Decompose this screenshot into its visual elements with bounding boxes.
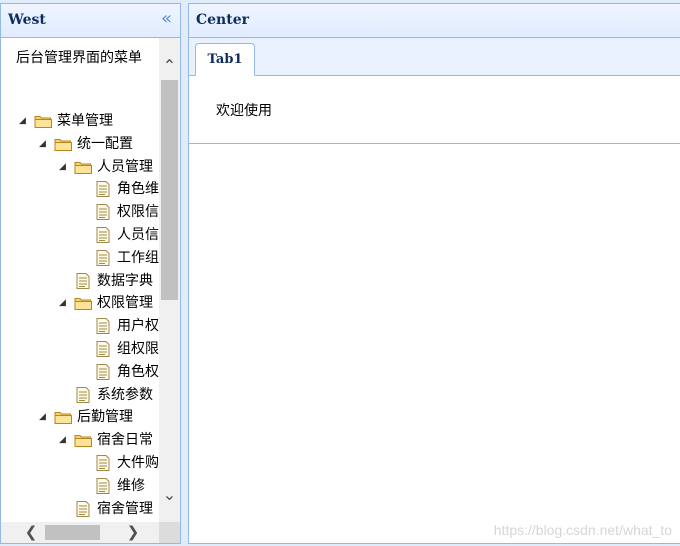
west-panel-title: West — [8, 12, 46, 28]
tree-node-label: 大件购 — [117, 455, 159, 471]
center-panel: Center Tab1 欢迎使用 — [188, 3, 680, 544]
file-icon — [94, 181, 112, 198]
tree-root-label[interactable]: 后台管理界面的菜单 — [16, 50, 151, 67]
tree-leaf-node[interactable]: 人员信 — [1, 225, 159, 247]
tree-node-label: 人员管理 — [97, 158, 153, 175]
file-icon — [74, 500, 92, 517]
tree-leaf-node[interactable]: 维修 — [1, 476, 159, 498]
tree-node-label: 统一配置 — [77, 135, 133, 152]
file-icon — [94, 204, 112, 221]
tree-node-label: 后勤管理 — [77, 409, 133, 426]
tree-node-label: 角色维 — [117, 181, 159, 198]
west-panel-header: West « — [1, 4, 180, 38]
folder-icon — [54, 409, 72, 425]
file-icon — [94, 341, 112, 357]
expand-toggle-icon[interactable]: ◢ — [39, 412, 46, 422]
horizontal-scrollbar[interactable]: ❮ ❯ — [1, 522, 159, 543]
file-icon — [94, 249, 112, 266]
tree-folder-node[interactable]: ◢ 菜单管理 — [1, 111, 159, 133]
tree-leaf-node[interactable]: 工作组 — [1, 248, 159, 270]
file-icon — [94, 477, 112, 494]
vertical-scroll-thumb[interactable] — [161, 80, 178, 300]
tree-leaf-node[interactable]: 组权限 — [1, 339, 159, 361]
double-chevron-left-icon[interactable]: « — [161, 10, 172, 28]
tab-content: 欢迎使用 — [189, 76, 680, 144]
folder-icon — [74, 159, 92, 175]
tree-node-label: 人员信 — [117, 227, 159, 243]
folder-icon — [74, 432, 92, 448]
tree-leaf-node[interactable]: 大件购 — [1, 453, 159, 475]
tree-node-label: 宿舍日常 — [97, 432, 153, 449]
tree-node-label: 权限信 — [117, 204, 159, 221]
horizontal-scroll-thumb[interactable] — [45, 525, 100, 540]
file-icon — [74, 272, 92, 289]
tree-node-label: 用户权 — [117, 318, 159, 335]
tree-folder-node[interactable]: ◢ 统一配置 — [1, 134, 159, 156]
watermark: https://blog.csdn.net/what_to — [493, 522, 672, 538]
tree-folder-node[interactable]: ◢ 后勤管理 — [1, 407, 159, 429]
tree-node-label: 数据字典 — [97, 272, 153, 289]
tree-node-label: 系统参数 — [97, 386, 153, 403]
file-icon — [94, 227, 112, 243]
west-panel: West « 后台管理界面的菜单 ◢ 菜单管理 ◢ 统一配置 ◢ 人员管理 角色维 权限信 人员… — [0, 3, 181, 544]
tree-leaf-node[interactable]: 数据字典 — [1, 271, 159, 293]
expand-toggle-icon[interactable]: ◢ — [59, 435, 66, 445]
tree-leaf-node[interactable]: 系统参数 — [1, 385, 159, 407]
scroll-left-icon[interactable]: ❮ — [21, 522, 41, 543]
tree-folder-node[interactable]: ◢ 权限管理 — [1, 293, 159, 315]
scroll-right-icon[interactable]: ❯ — [123, 522, 143, 543]
tree-scroll-area: 后台管理界面的菜单 ◢ 菜单管理 ◢ 统一配置 ◢ 人员管理角色维权限信人员信工作组数据字… — [1, 38, 180, 543]
menu-tree: 后台管理界面的菜单 ◢ 菜单管理 ◢ 统一配置 ◢ 人员管理角色维权限信人员信工作组数据字… — [1, 38, 159, 522]
folder-icon — [54, 136, 72, 152]
file-icon — [94, 455, 112, 471]
center-panel-title: Center — [196, 12, 249, 28]
tree-node-label: 宿舍管理 — [97, 500, 153, 517]
file-icon — [94, 363, 112, 380]
tree-folder-node[interactable]: ◢ 宿舍日常 — [1, 430, 159, 452]
center-panel-header: Center — [189, 4, 680, 38]
tree-leaf-node[interactable]: 角色维 — [1, 179, 159, 201]
tree-node-label: 角色权 — [117, 363, 159, 380]
welcome-text: 欢迎使用 — [216, 103, 272, 119]
expand-toggle-icon[interactable]: ◢ — [39, 139, 46, 149]
folder-icon — [74, 295, 92, 311]
expand-toggle-icon[interactable]: ◢ — [19, 116, 26, 126]
vertical-scrollbar[interactable]: ⌃ ⌄ — [159, 38, 180, 522]
file-icon — [94, 318, 112, 335]
folder-icon — [34, 113, 52, 129]
scrollbar-corner — [159, 522, 180, 543]
tree-leaf-node[interactable]: 用户权 — [1, 316, 159, 338]
scroll-down-icon[interactable]: ⌄ — [159, 485, 180, 505]
tab-bar: Tab1 — [189, 38, 680, 76]
expand-toggle-icon[interactable]: ◢ — [59, 162, 66, 172]
tree-leaf-node[interactable]: 权限信 — [1, 202, 159, 224]
tree-node-label: 组权限 — [117, 341, 159, 357]
scroll-up-icon[interactable]: ⌃ — [159, 56, 180, 76]
tree-leaf-node[interactable]: 角色权 — [1, 362, 159, 384]
tree-folder-node[interactable]: ◢ 人员管理 — [1, 157, 159, 179]
file-icon — [74, 386, 92, 403]
tree-node-label: 工作组 — [117, 249, 159, 266]
tab-tab1[interactable]: Tab1 — [195, 43, 255, 76]
tree-node-label: 权限管理 — [97, 295, 153, 312]
tree-leaf-node[interactable]: 宿舍管理 — [1, 499, 159, 521]
tree-node-label: 维修 — [117, 477, 145, 494]
expand-toggle-icon[interactable]: ◢ — [59, 298, 66, 308]
tree-node-label: 菜单管理 — [57, 113, 113, 129]
